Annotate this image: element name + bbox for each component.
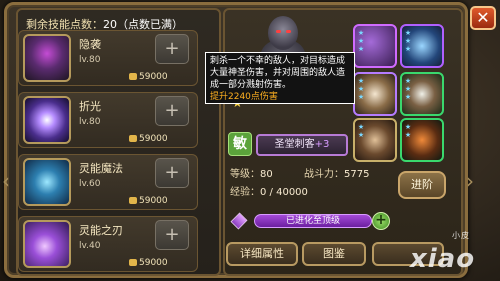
equipment-slot-weapon[interactable]: ★★★ — [400, 24, 444, 68]
rarity-stars-icon: ★★ — [357, 123, 365, 139]
skill-row-3[interactable]: 灵能魔法 lv.60 59000 + — [18, 154, 198, 210]
watermark-main: xiao — [410, 244, 476, 274]
skill-level: lv.40 — [79, 241, 101, 251]
level-stat: 等级：80 — [230, 166, 273, 184]
psionic-ring-icon[interactable] — [23, 158, 71, 206]
hero-title-plate: 圣堂刺客+3 — [256, 134, 348, 156]
skill-row-2[interactable]: 折光 lv.80 59000 + — [18, 92, 198, 148]
class-agility-badge: 敏 — [228, 132, 252, 156]
hero-eye — [276, 30, 281, 33]
skill-cost: 59000 — [129, 134, 168, 144]
evolve-plus-button[interactable]: + — [372, 212, 390, 230]
exp-label: 经验： — [230, 187, 260, 198]
rarity-stars-icon: ★★ — [404, 123, 412, 139]
upgrade-skill-button[interactable]: + — [155, 34, 189, 64]
rarity-stars-icon: ★★★ — [404, 77, 412, 101]
gold-coin-icon — [129, 197, 137, 204]
skill-cost: 59000 — [129, 196, 168, 206]
hero-title: 圣堂刺客 — [274, 139, 315, 150]
skill-cost-value: 59000 — [139, 134, 168, 144]
skill-cost-value: 59000 — [139, 258, 168, 268]
skill-row-4[interactable]: 灵能之刃 lv.40 59000 + — [18, 216, 198, 272]
gold-coin-icon — [129, 259, 137, 266]
close-button[interactable]: ✕ — [470, 6, 496, 30]
skill-name: 灵能魔法 — [79, 162, 123, 175]
advance-button[interactable]: 进阶 — [398, 171, 446, 199]
detail-attributes-button[interactable]: 详细属性 — [226, 242, 298, 266]
gold-coin-icon — [129, 135, 137, 142]
equipment-slot-skull[interactable]: ★★★ — [400, 72, 444, 116]
skill-name: 折光 — [79, 100, 101, 113]
power-label: 战斗力： — [304, 169, 344, 180]
light-burst-icon[interactable] — [23, 96, 71, 144]
equipment-slot-ring[interactable]: ★★ — [400, 118, 444, 162]
skill-name: 隐袭 — [79, 38, 101, 51]
hooded-assassin-icon[interactable] — [23, 34, 71, 82]
purple-gem-icon — [230, 212, 248, 230]
evolve-status-bar: 已进化至顶级 — [254, 214, 372, 228]
hero-eye — [286, 30, 291, 33]
game-screen: 剩余技能点数：20（点数已满） 隐袭 lv.80 59000 + 折光 lv.8… — [0, 0, 500, 281]
gold-coin-icon — [129, 73, 137, 80]
equipment-slot-armor[interactable]: ★★★ — [353, 24, 397, 68]
skill-tooltip: 刺杀一个不幸的敌人，对目标造成大量神圣伤害，并对周围的敌人造成一部分溅射伤害。 … — [205, 52, 355, 104]
skill-cost: 59000 — [129, 258, 168, 268]
upgrade-skill-button[interactable]: + — [155, 96, 189, 126]
skill-level: lv.80 — [79, 55, 101, 65]
upgrade-skill-button[interactable]: + — [155, 158, 189, 188]
tooltip-bonus: 提升2240点伤害 — [210, 92, 278, 102]
prev-hero-arrow-icon[interactable]: ‹ — [2, 168, 14, 194]
hero-title-plus: +3 — [314, 139, 330, 150]
level-label: 等级： — [230, 169, 260, 180]
site-watermark-logo: xiao 小皮 — [410, 231, 498, 280]
equipment-slot-charm[interactable]: ★★★ — [353, 72, 397, 116]
skill-level: lv.60 — [79, 179, 101, 189]
skill-cost-value: 59000 — [139, 196, 168, 206]
rarity-stars-icon: ★★★ — [357, 77, 365, 101]
rarity-stars-icon: ★★★ — [404, 29, 412, 53]
evolve-row: 已进化至顶级 — [230, 212, 392, 230]
skill-cost: 59000 — [129, 72, 168, 82]
skill-level: lv.80 — [79, 117, 101, 127]
skill-cost-value: 59000 — [139, 72, 168, 82]
atlas-button[interactable]: 图鉴 — [302, 242, 366, 266]
rarity-stars-icon: ★★★ — [357, 29, 365, 53]
skill-row-1[interactable]: 隐袭 lv.80 59000 + — [18, 30, 198, 86]
watermark-small: 小皮 — [452, 231, 470, 240]
next-hero-arrow-icon[interactable]: › — [466, 168, 478, 194]
exp-value: 0 / 40000 — [260, 187, 308, 198]
upgrade-skill-button[interactable]: + — [155, 220, 189, 250]
power-value: 5775 — [344, 169, 370, 180]
tooltip-description: 刺杀一个不幸的敌人，对目标造成大量神圣伤害，并对周围的敌人造成一部分溅射伤害。 — [210, 56, 346, 90]
level-value: 80 — [260, 169, 273, 180]
equipment-slot-helm[interactable]: ★★ — [353, 118, 397, 162]
power-stat: 战斗力：5775 — [304, 166, 369, 184]
psionic-blade-icon[interactable] — [23, 220, 71, 268]
hero-helmet — [268, 16, 298, 50]
skill-name: 灵能之刃 — [79, 224, 123, 237]
exp-stat: 经验：0 / 40000 — [230, 184, 308, 202]
